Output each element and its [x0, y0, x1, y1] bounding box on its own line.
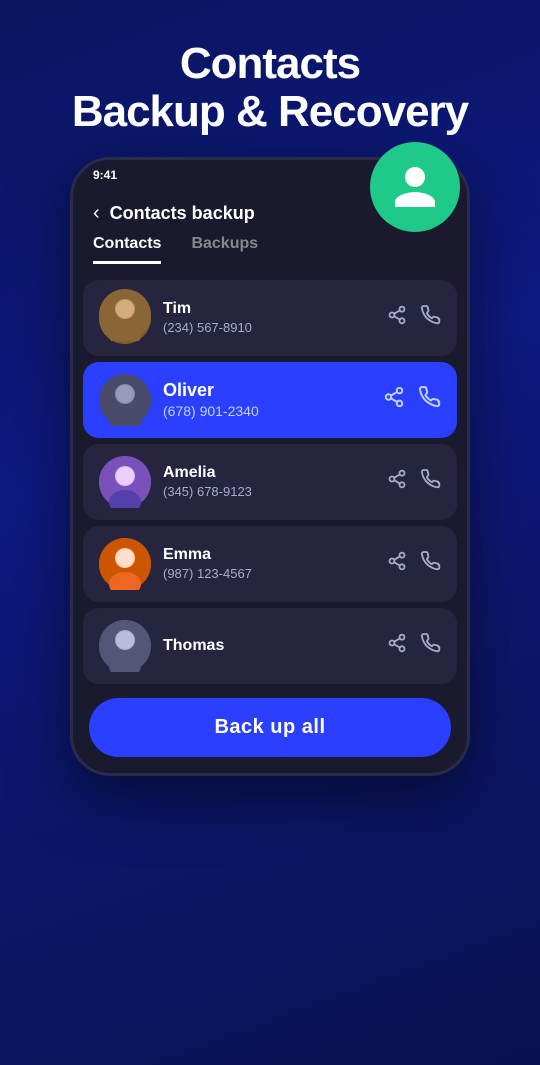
avatar-tim: [99, 292, 151, 344]
contact-info-tim: Tim (234) 567-8910: [163, 300, 375, 335]
call-icon-emma[interactable]: [421, 551, 441, 576]
bottom-bar: Back up all: [73, 684, 467, 773]
contact-phone-oliver: (678) 901-2340: [163, 403, 371, 419]
call-icon-thomas[interactable]: [421, 633, 441, 658]
tab-contacts[interactable]: Contacts: [93, 235, 161, 264]
contacts-list: Tim (234) 567-8910: [73, 280, 467, 684]
contact-phone-tim: (234) 567-8910: [163, 320, 375, 335]
contact-actions-tim: [387, 305, 441, 330]
share-icon-tim[interactable]: [387, 305, 407, 330]
status-time: 9:41: [93, 168, 117, 182]
contact-actions-thomas: [387, 633, 441, 658]
contact-actions-amelia: [387, 469, 441, 494]
contact-name-amelia: Amelia: [163, 464, 375, 482]
share-icon-oliver[interactable]: [383, 386, 405, 414]
share-icon-amelia[interactable]: [387, 469, 407, 494]
contact-card-emma[interactable]: Emma (987) 123-4567: [83, 526, 457, 602]
header-section: Contacts Backup & Recovery: [0, 0, 540, 157]
avatar-oliver: [99, 374, 151, 426]
phone-frame: 9:41 ●●● ▐▌ ‹ Contacts backup Contacts B…: [70, 157, 470, 776]
share-icon-thomas[interactable]: [387, 633, 407, 658]
call-icon-oliver[interactable]: [419, 386, 441, 414]
contact-name-emma: Emma: [163, 546, 375, 564]
phone-container: 9:41 ●●● ▐▌ ‹ Contacts backup Contacts B…: [70, 157, 470, 776]
tabs-row: Contacts Backups: [73, 235, 467, 264]
backup-all-button[interactable]: Back up all: [89, 698, 451, 757]
contact-card-oliver[interactable]: Oliver (678) 901-2340: [83, 362, 457, 438]
share-icon-emma[interactable]: [387, 551, 407, 576]
avatar-emma: [99, 538, 151, 590]
app-title-line2: Backup & Recovery: [20, 88, 520, 136]
contact-phone-emma: (987) 123-4567: [163, 566, 375, 581]
avatar-face: [99, 289, 151, 347]
contact-info-oliver: Oliver (678) 901-2340: [163, 380, 371, 419]
contact-card-thomas[interactable]: Thomas: [83, 608, 457, 684]
contact-card-tim[interactable]: Tim (234) 567-8910: [83, 280, 457, 356]
avatar-amelia: [99, 456, 151, 508]
app-title-line1: Contacts: [20, 40, 520, 88]
contact-card-amelia[interactable]: Amelia (345) 678-9123: [83, 444, 457, 520]
user-avatar-bubble: [370, 142, 460, 232]
avatar-thomas: [99, 620, 151, 672]
contact-actions-emma: [387, 551, 441, 576]
contact-info-amelia: Amelia (345) 678-9123: [163, 464, 375, 499]
screen-title: Contacts backup: [110, 203, 255, 224]
contact-name-thomas: Thomas: [163, 637, 375, 655]
person-icon: [390, 162, 440, 212]
tab-backups[interactable]: Backups: [191, 235, 258, 264]
contact-info-thomas: Thomas: [163, 637, 375, 655]
contact-name-oliver: Oliver: [163, 380, 371, 401]
call-icon-amelia[interactable]: [421, 469, 441, 494]
contact-actions-oliver: [383, 386, 441, 414]
contact-phone-amelia: (345) 678-9123: [163, 484, 375, 499]
contact-info-emma: Emma (987) 123-4567: [163, 546, 375, 581]
contact-name-tim: Tim: [163, 300, 375, 318]
back-button[interactable]: ‹: [93, 202, 100, 225]
call-icon-tim[interactable]: [421, 305, 441, 330]
